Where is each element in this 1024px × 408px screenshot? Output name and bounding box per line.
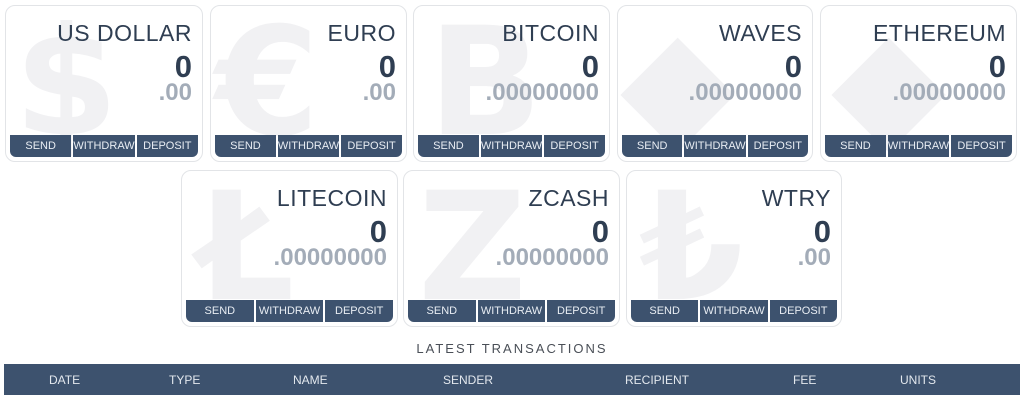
wallet-balance-decimals: .00: [797, 244, 831, 271]
wallet-actions: SEND WITHDRAW DEPOSIT: [622, 135, 808, 157]
wallet-card-waves: ◆ WAVES 0 .00000000 SEND WITHDRAW DEPOSI…: [617, 5, 813, 162]
wallet-balance-decimals: .00000000: [892, 79, 1006, 106]
wallet-balance-decimals: .00000000: [273, 244, 387, 271]
send-button[interactable]: SEND: [10, 135, 72, 157]
wallet-balance-decimals: .00000000: [495, 244, 609, 271]
column-header-name[interactable]: NAME: [293, 373, 328, 387]
wallet-name: WTRY: [761, 185, 831, 211]
wallet-name: ZCASH: [528, 185, 609, 211]
withdraw-button[interactable]: WITHDRAW: [477, 300, 546, 322]
deposit-button[interactable]: DEPOSIT: [547, 300, 616, 322]
send-button[interactable]: SEND: [418, 135, 479, 157]
withdraw-button[interactable]: WITHDRAW: [700, 300, 768, 322]
wallet-balance-decimals: .00: [362, 79, 396, 106]
wallet-actions: SEND WITHDRAW DEPOSIT: [408, 300, 616, 322]
send-button[interactable]: SEND: [186, 300, 254, 322]
deposit-button[interactable]: DEPOSIT: [341, 135, 402, 157]
send-button[interactable]: SEND: [215, 135, 276, 157]
transactions-title: LATEST TRANSACTIONS: [416, 341, 608, 356]
column-header-fee[interactable]: FEE: [793, 373, 816, 387]
deposit-button[interactable]: DEPOSIT: [544, 135, 605, 157]
deposit-button[interactable]: DEPOSIT: [325, 300, 394, 322]
transactions-table-header: DATE TYPE NAME SENDER RECIPIENT FEE UNIT…: [4, 364, 1020, 395]
withdraw-button[interactable]: WITHDRAW: [887, 135, 950, 157]
wallet-card-usd: $ US DOLLAR 0 .00 SEND WITHDRAW DEPOSIT: [5, 5, 203, 162]
wallet-card-bitcoin: B BITCOIN 0 .00000000 SEND WITHDRAW DEPO…: [413, 5, 610, 162]
send-button[interactable]: SEND: [825, 135, 886, 157]
column-header-recipient[interactable]: RECIPIENT: [625, 373, 689, 387]
column-header-date[interactable]: DATE: [49, 373, 80, 387]
withdraw-button[interactable]: WITHDRAW: [255, 300, 324, 322]
withdraw-button[interactable]: WITHDRAW: [277, 135, 340, 157]
column-header-units[interactable]: UNITS: [900, 373, 936, 387]
wallet-card-euro: € EURO 0 .00 SEND WITHDRAW DEPOSIT: [210, 5, 407, 162]
wallet-name: ETHEREUM: [872, 20, 1006, 46]
wallet-name: WAVES: [718, 20, 802, 46]
deposit-button[interactable]: DEPOSIT: [951, 135, 1012, 157]
send-button[interactable]: SEND: [631, 300, 699, 322]
wallet-card-litecoin: Ł LITECOIN 0 .00000000 SEND WITHDRAW DEP…: [181, 170, 398, 327]
column-header-type[interactable]: TYPE: [169, 373, 200, 387]
wallet-actions: SEND WITHDRAW DEPOSIT: [10, 135, 198, 157]
deposit-button[interactable]: DEPOSIT: [769, 300, 837, 322]
deposit-button[interactable]: DEPOSIT: [136, 135, 198, 157]
column-header-sender[interactable]: SENDER: [443, 373, 493, 387]
wallet-balance-decimals: .00: [158, 79, 192, 106]
send-button[interactable]: SEND: [622, 135, 683, 157]
wallet-card-zcash: Z ZCASH 0 .00000000 SEND WITHDRAW DEPOSI…: [403, 170, 620, 327]
withdraw-button[interactable]: WITHDRAW: [73, 135, 135, 157]
wallet-name: US DOLLAR: [57, 20, 192, 46]
wallet-card-ethereum: ◆ ETHEREUM 0 .00000000 SEND WITHDRAW DEP…: [820, 5, 1017, 162]
wallet-actions: SEND WITHDRAW DEPOSIT: [825, 135, 1012, 157]
wallet-actions: SEND WITHDRAW DEPOSIT: [186, 300, 394, 322]
wallet-name: BITCOIN: [502, 20, 599, 46]
wallet-balance-decimals: .00000000: [688, 79, 802, 106]
wallet-actions: SEND WITHDRAW DEPOSIT: [215, 135, 402, 157]
wallet-card-wtry: ₺ WTRY 0 .00 SEND WITHDRAW DEPOSIT: [626, 170, 842, 327]
deposit-button[interactable]: DEPOSIT: [747, 135, 808, 157]
wallet-actions: SEND WITHDRAW DEPOSIT: [631, 300, 837, 322]
wallet-name: EURO: [327, 20, 396, 46]
withdraw-button[interactable]: WITHDRAW: [480, 135, 543, 157]
wallet-actions: SEND WITHDRAW DEPOSIT: [418, 135, 605, 157]
wallet-name: LITECOIN: [276, 185, 387, 211]
withdraw-button[interactable]: WITHDRAW: [684, 135, 746, 157]
wallet-balance-decimals: .00000000: [485, 79, 599, 106]
send-button[interactable]: SEND: [408, 300, 476, 322]
